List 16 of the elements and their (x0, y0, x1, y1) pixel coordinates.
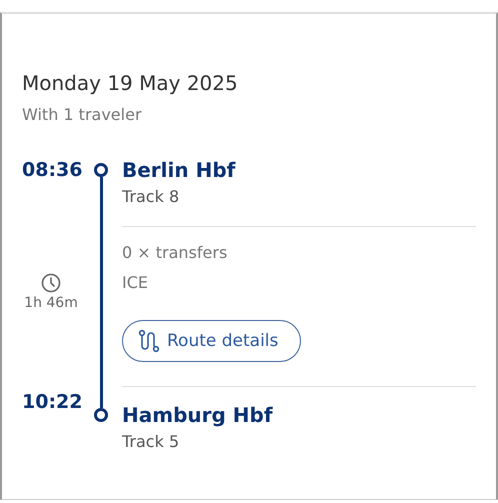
arrival-time: 10:22 (22, 390, 80, 415)
clock-icon (41, 273, 61, 293)
arrival-track: Track 5 (122, 431, 180, 453)
route-icon (137, 329, 161, 353)
stop-dot (94, 408, 108, 422)
transfer-count: 0 × transfers (122, 242, 228, 264)
stop-dot (94, 163, 108, 177)
traveler-count: With 1 traveler (22, 104, 143, 126)
departure-station: Berlin Hbf (122, 157, 236, 184)
departure-time: 08:36 (22, 158, 80, 183)
train-type: ICE (122, 272, 148, 294)
travel-date: Monday 19 May 2025 (22, 70, 239, 97)
route-details-button[interactable]: Route details (122, 320, 302, 362)
trip-duration: 1h 46m (24, 295, 78, 311)
arrival-station: Hamburg Hbf (122, 402, 274, 429)
departure-track: Track 8 (122, 186, 180, 208)
